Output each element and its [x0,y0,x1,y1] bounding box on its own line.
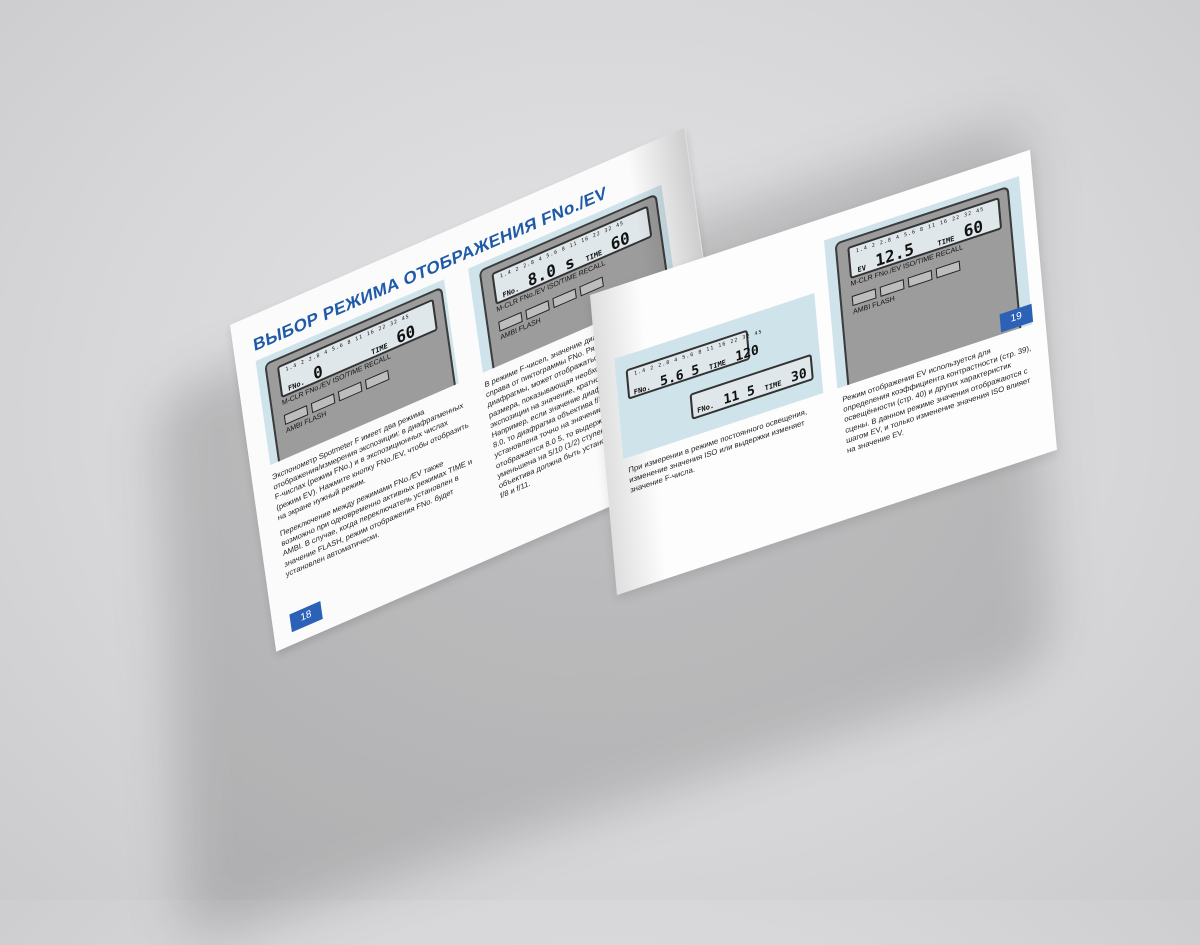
lcd-fno-label: FNo. [696,401,715,415]
lcd-ev-label: EV [857,263,867,275]
booklet-mockup: ВЫБОР РЕЖИМА ОТОБРАЖЕНИЯ FNo./EV 1.4 2 2… [0,0,1200,945]
lcd-time-value: 60 [962,216,984,242]
lcd-time-value: 120 [734,342,760,366]
lcd-fno-value: 11 5 [722,382,756,409]
isotime-key [552,288,577,309]
recall-key [935,260,961,279]
lcd-fno-value: 0 [312,360,325,384]
lcd-time-value: 60 [609,227,631,255]
isotime-key [337,381,363,402]
meter-lcd-e: 1.4 2 2.8 4 5.6 8 11 16 22 32 45 EV 12.5… [847,197,1003,280]
fnoev-key [879,279,905,297]
lcd-time-label: TIME [764,379,782,393]
lcd-time-value: 60 [395,320,417,348]
recall-key [364,369,390,390]
lcd-time-label: TIME [937,234,955,249]
lcd-time-label: TIME [708,358,727,372]
isotime-key [907,269,933,288]
lcd-fno-label: FNo. [633,383,652,397]
page-number-badge: 18 [289,601,323,633]
lcd-time-value: 30 [790,365,808,386]
